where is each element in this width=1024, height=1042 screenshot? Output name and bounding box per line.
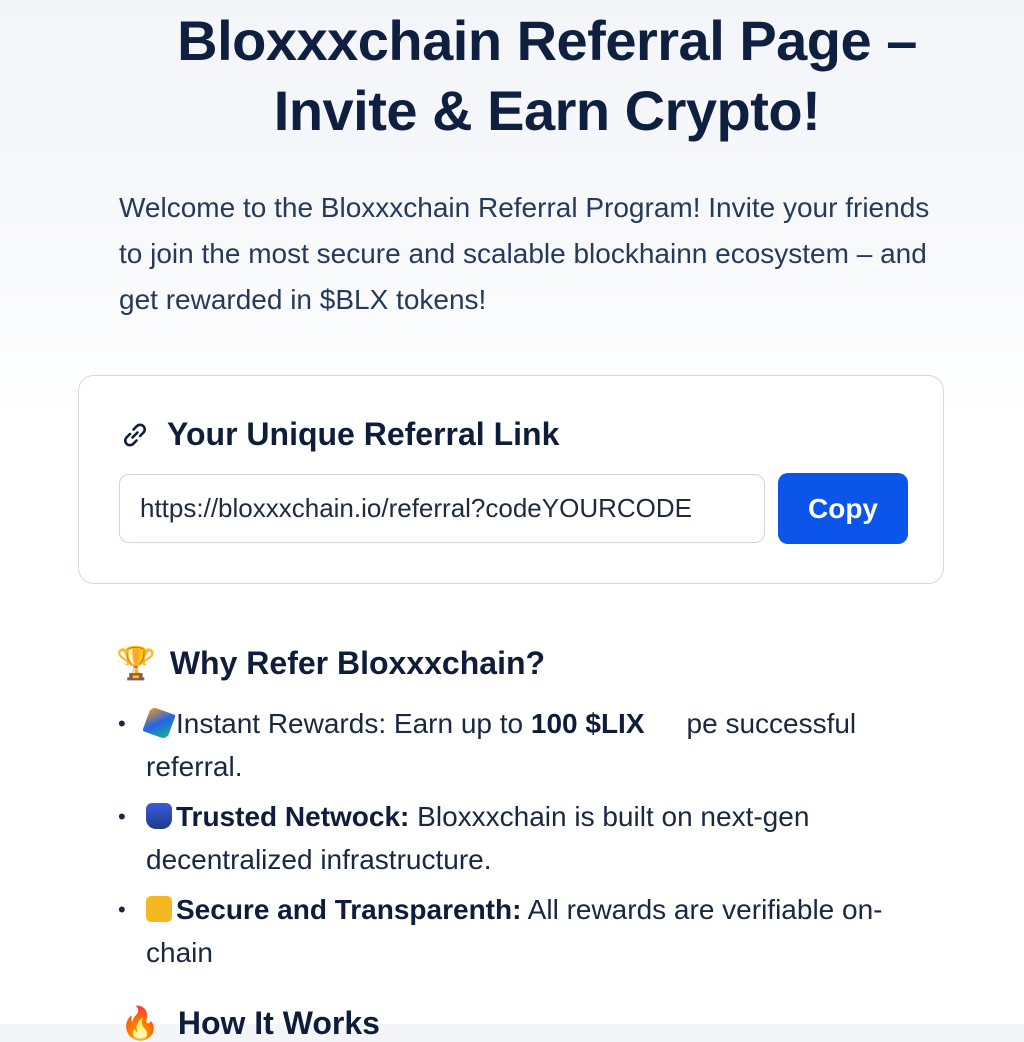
how-it-works-heading-text: How It Works (177, 1004, 380, 1041)
referral-link-heading: Your Unique Referral Link (119, 416, 559, 453)
rewards-icon (142, 706, 176, 740)
how-it-works-heading: 🔥 How It Works (120, 1004, 380, 1042)
bullet: • (118, 711, 126, 736)
benefits-list: • Instant Rewards: Earn up to 100 $LIX pe… (116, 702, 936, 974)
benefit-label: Trusted Netwock: (176, 801, 410, 832)
referral-link-heading-text: Your Unique Referral Link (167, 416, 560, 452)
benefit-highlight: 100 $LIX (530, 708, 645, 739)
why-refer-section: 🏆 Why Refer Bloxxxchain? • Instant Rewar… (116, 640, 936, 981)
trophy-icon: 🏆 (116, 644, 156, 682)
lock-icon (146, 896, 172, 922)
intro-paragraph: Welcome to the Bloxxxchain Referral Prog… (119, 192, 930, 315)
list-item: • Secure and Transparenth: All rewards a… (116, 888, 936, 974)
page-title-line-2: Invite & Earn Crypto! (273, 79, 821, 142)
referral-link-input[interactable] (119, 474, 765, 543)
fire-icon: 🔥 (120, 1004, 160, 1042)
list-item: • Instant Rewards: Earn up to 100 $LIX pe… (116, 702, 936, 788)
page-title: Bloxxxchain Referral Page – Invite & Ear… (0, 6, 1024, 146)
referral-link-card: Your Unique Referral Link Copy (78, 375, 944, 584)
list-item: • Trusted Netwock: Bloxxxchain is built … (116, 795, 936, 881)
network-icon (146, 803, 172, 829)
why-refer-heading-text: Why Refer Bloxxxchain? (169, 644, 546, 681)
benefit-label: Secure and Transparenth: (176, 894, 522, 925)
copy-button[interactable]: Copy (778, 473, 908, 544)
why-refer-heading: 🏆 Why Refer Bloxxxchain? (116, 640, 936, 686)
bullet: • (118, 804, 126, 829)
benefit-text: Earn up to (393, 708, 524, 739)
link-icon (124, 423, 146, 446)
benefit-label: Instant Rewards: (176, 708, 387, 739)
bullet: • (118, 897, 126, 922)
page-title-line-1: Bloxxxchain Referral Page – (177, 9, 917, 72)
